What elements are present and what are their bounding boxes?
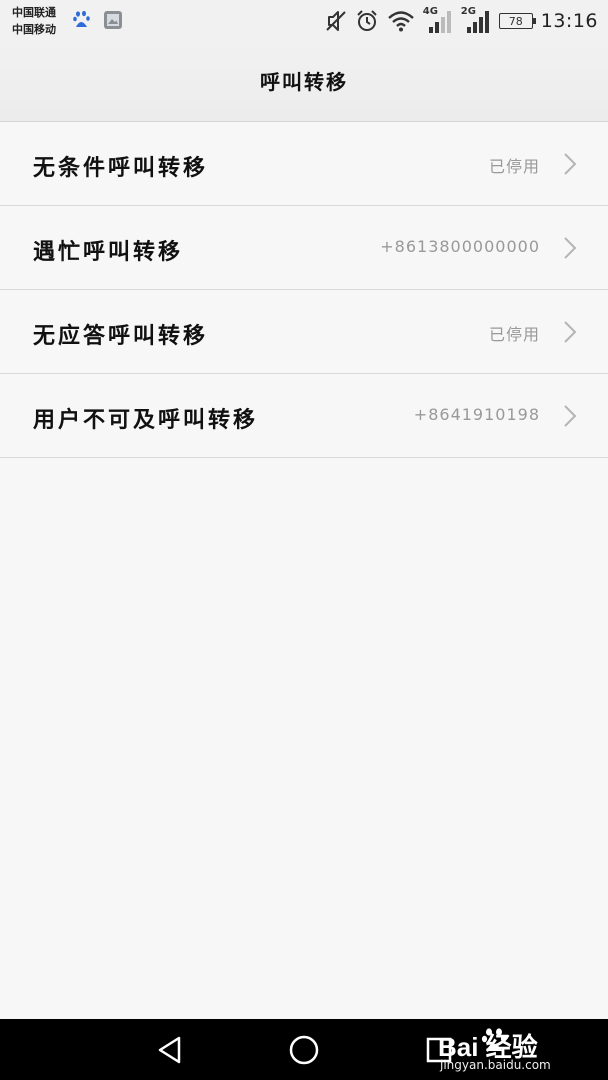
status-indicators: 4G 2G 78 13:16: [325, 6, 598, 36]
list-item-label: 无条件呼叫转移: [33, 156, 209, 181]
clock: 13:16: [540, 10, 598, 32]
chevron-right-icon: [564, 321, 577, 343]
chevron-right-icon: [564, 153, 577, 175]
mute-icon: [326, 11, 346, 31]
unconditional-forwarding-item[interactable]: 无条件呼叫转移 已停用: [0, 122, 608, 206]
back-button[interactable]: [152, 1033, 186, 1067]
watermark-url: jingyan.baidu.com: [440, 1058, 551, 1072]
carrier-2: 中国移动: [12, 23, 56, 36]
list-item-label: 用户不可及呼叫转移: [33, 408, 259, 433]
wifi-icon: [387, 11, 414, 32]
back-icon: [158, 1036, 181, 1064]
busy-forwarding-item[interactable]: 遇忙呼叫转移 +8613800000000: [0, 206, 608, 290]
battery-icon: 78: [498, 13, 536, 29]
call-forwarding-list: 无条件呼叫转移 已停用 遇忙呼叫转移 +8613800000000 无应答呼叫转…: [0, 122, 608, 458]
carrier-1: 中国联通: [12, 6, 56, 19]
unreachable-forwarding-item[interactable]: 用户不可及呼叫转移 +8641910198: [0, 374, 608, 458]
baidu-paw-icon: [481, 1028, 507, 1051]
signal-4g-icon: 4G: [422, 6, 453, 35]
home-button[interactable]: [287, 1033, 321, 1067]
network-type-1: 4G: [422, 6, 438, 17]
list-item-value: +8641910198: [413, 405, 540, 424]
baidu-paw-icon: [73, 10, 90, 27]
chevron-right-icon: [564, 405, 577, 427]
list-item-value: 已停用: [488, 157, 540, 176]
list-item-label: 无应答呼叫转移: [33, 324, 209, 349]
home-icon: [289, 1035, 319, 1065]
page-title: 呼叫转移: [260, 70, 348, 94]
chevron-right-icon: [564, 237, 577, 259]
list-item-label: 遇忙呼叫转移: [33, 240, 184, 265]
list-item-value: +8613800000000: [380, 237, 540, 256]
battery-level: 78: [508, 14, 523, 28]
alarm-icon: [357, 10, 377, 31]
no-answer-forwarding-item[interactable]: 无应答呼叫转移 已停用: [0, 290, 608, 374]
title-bar: 呼叫转移: [0, 42, 608, 122]
signal-2g-icon: 2G: [460, 6, 491, 35]
gallery-icon: [104, 11, 122, 29]
carrier-info: 中国联通 中国移动: [12, 4, 56, 38]
list-item-value: 已停用: [488, 325, 540, 344]
watermark: Bai 经验 jingyan.baidu.com: [438, 1025, 588, 1077]
navigation-bar: Bai 经验 jingyan.baidu.com: [0, 1019, 608, 1080]
status-bar: 中国联通 中国移动 4G 2G 78 13:16: [0, 0, 608, 42]
network-type-2: 2G: [460, 6, 476, 17]
